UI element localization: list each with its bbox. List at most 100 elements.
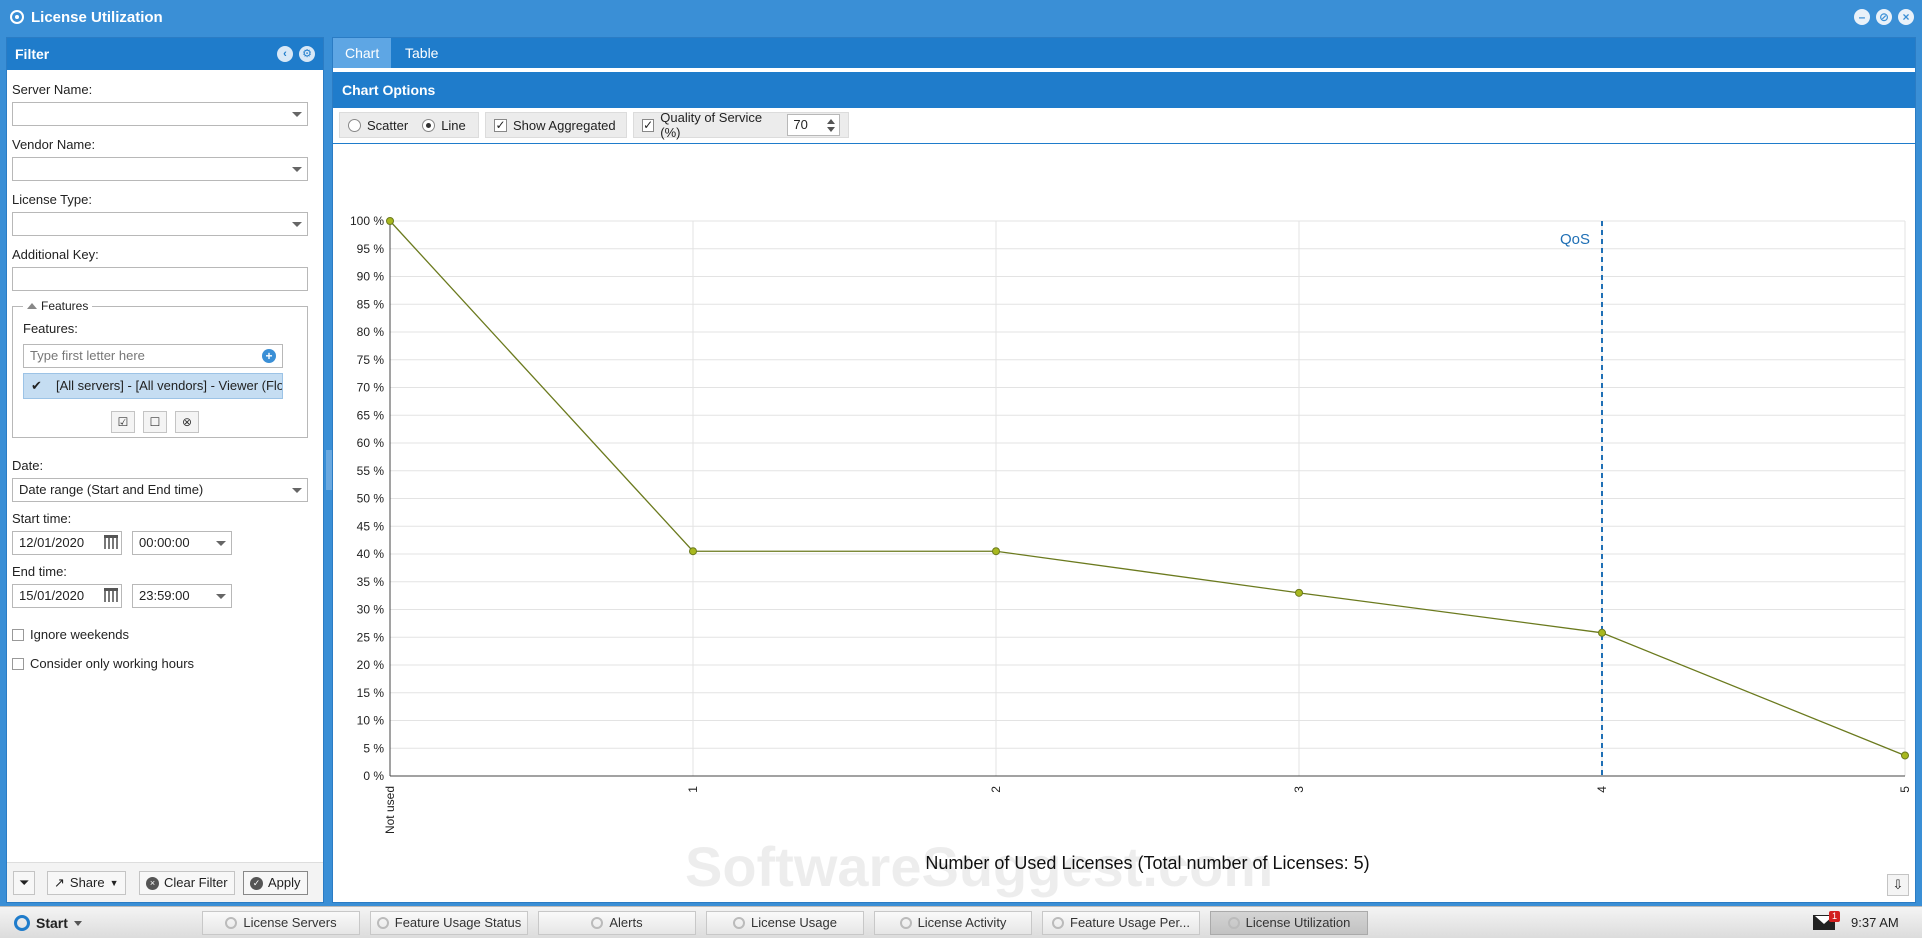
select-all-button[interactable]: ☑ bbox=[111, 411, 135, 433]
x-tick-label: Not used bbox=[383, 786, 397, 834]
taskbar-item-label: License Usage bbox=[751, 915, 837, 930]
watermark: SoftwareSuggest.com bbox=[685, 835, 1274, 898]
features-fieldset: Features Features: Type first letter her… bbox=[12, 299, 308, 438]
window-icon bbox=[376, 916, 389, 929]
start-date-input[interactable]: 12/01/2020 bbox=[12, 531, 122, 555]
share-button[interactable]: ↗ Share ▼ bbox=[47, 871, 126, 895]
working-hours-option[interactable]: Consider only working hours bbox=[12, 656, 194, 671]
taskbar-item[interactable]: License Utilization bbox=[1210, 911, 1368, 935]
check-icon[interactable]: ✔ bbox=[31, 379, 42, 392]
data-point bbox=[386, 217, 394, 225]
server-name-select[interactable] bbox=[12, 102, 308, 126]
apply-button[interactable]: ✓ Apply bbox=[243, 871, 308, 895]
features-legend[interactable]: Features bbox=[23, 299, 93, 313]
add-icon[interactable]: + bbox=[262, 349, 276, 363]
y-tick-label: 25 % bbox=[357, 630, 385, 644]
funnel-filter-button[interactable]: ⏷ bbox=[13, 871, 36, 895]
features-search-input[interactable]: Type first letter here + bbox=[23, 344, 283, 368]
tab-bar: Chart Table bbox=[333, 38, 1915, 68]
app-logo-icon bbox=[10, 10, 24, 24]
deselect-all-button[interactable]: ☐ bbox=[143, 411, 167, 433]
show-aggregated-checkbox[interactable]: ✓ bbox=[494, 118, 507, 132]
y-tick-label: 5 % bbox=[363, 741, 384, 755]
date-range-select[interactable]: Date range (Start and End time) bbox=[12, 478, 308, 502]
start-logo-icon bbox=[14, 915, 30, 931]
x-tick-label: 1 bbox=[686, 786, 700, 793]
download-icon[interactable]: ⇩ bbox=[1887, 874, 1909, 896]
line-radio[interactable] bbox=[422, 118, 436, 132]
close-icon[interactable]: × bbox=[1898, 9, 1914, 25]
end-time-label: End time: bbox=[12, 564, 67, 579]
calendar-icon[interactable] bbox=[104, 588, 118, 602]
y-tick-label: 55 % bbox=[357, 464, 385, 478]
gear-icon[interactable]: ⚙ bbox=[299, 46, 315, 62]
line-label[interactable]: Line bbox=[441, 118, 466, 133]
end-date-input[interactable]: 15/01/2020 bbox=[12, 584, 122, 608]
mail-badge: 1 bbox=[1829, 911, 1840, 922]
qos-value-stepper[interactable]: 70 bbox=[787, 114, 840, 136]
start-button[interactable]: Start bbox=[6, 911, 90, 935]
y-tick-label: 0 % bbox=[363, 769, 384, 783]
y-tick-label: 85 % bbox=[357, 297, 385, 311]
ignore-weekends-checkbox[interactable] bbox=[12, 628, 24, 641]
end-time-select[interactable]: 23:59:00 bbox=[132, 584, 232, 608]
y-tick-label: 65 % bbox=[357, 408, 385, 422]
window-icon bbox=[591, 916, 604, 929]
tab-table[interactable]: Table bbox=[393, 38, 450, 68]
server-name-label: Server Name: bbox=[12, 82, 93, 97]
chevron-down-icon bbox=[216, 541, 226, 546]
calendar-icon[interactable] bbox=[104, 535, 118, 549]
filter-panel: Filter ‹ ⚙ Server Name: Vendor Name: Lic… bbox=[6, 37, 324, 903]
chevron-down-icon bbox=[73, 920, 82, 926]
y-tick-label: 40 % bbox=[357, 547, 385, 561]
window-icon bbox=[225, 916, 238, 929]
taskbar-item-label: Feature Usage Per... bbox=[1070, 915, 1190, 930]
y-tick-label: 30 % bbox=[357, 603, 385, 617]
chart-options-header: Chart Options bbox=[333, 72, 1915, 108]
y-tick-label: 60 % bbox=[357, 436, 385, 450]
start-time-label: Start time: bbox=[12, 511, 72, 526]
taskbar: Start License Servers Feature Usage Statu… bbox=[0, 906, 1922, 938]
additional-key-input[interactable] bbox=[12, 267, 308, 291]
date-label: Date: bbox=[12, 458, 44, 473]
y-tick-label: 100 % bbox=[350, 214, 384, 228]
minimize-icon[interactable]: – bbox=[1854, 9, 1870, 25]
show-aggregated-option[interactable]: ✓ Show Aggregated bbox=[485, 112, 627, 138]
remove-button[interactable]: ⊗ bbox=[175, 411, 199, 433]
taskbar-item[interactable]: Feature Usage Per... bbox=[1042, 911, 1200, 935]
vendor-name-select[interactable] bbox=[12, 157, 308, 181]
chevron-down-icon bbox=[292, 222, 302, 227]
tab-chart[interactable]: Chart bbox=[333, 38, 392, 68]
taskbar-item[interactable]: Alerts bbox=[538, 911, 696, 935]
y-tick-label: 35 % bbox=[357, 575, 385, 589]
stepper-up-icon[interactable] bbox=[827, 119, 835, 124]
collapse-left-icon[interactable]: ‹ bbox=[277, 46, 293, 62]
window-titlebar: License Utilization – ⊘ × bbox=[0, 0, 1922, 34]
license-type-select[interactable] bbox=[12, 212, 308, 236]
y-tick-label: 10 % bbox=[357, 714, 385, 728]
y-tick-label: 45 % bbox=[357, 519, 385, 533]
qos-checkbox[interactable]: ✓ bbox=[642, 118, 655, 132]
clear-icon: × bbox=[146, 876, 159, 890]
clear-filter-button[interactable]: × Clear Filter bbox=[139, 871, 235, 895]
x-tick-label: 2 bbox=[989, 786, 1003, 793]
ignore-weekends-option[interactable]: Ignore weekends bbox=[12, 627, 129, 642]
y-tick-label: 80 % bbox=[357, 325, 385, 339]
start-time-select[interactable]: 00:00:00 bbox=[132, 531, 232, 555]
vendor-name-label: Vendor Name: bbox=[12, 137, 96, 152]
taskbar-item[interactable]: Feature Usage Status bbox=[370, 911, 528, 935]
taskbar-item[interactable]: License Usage bbox=[706, 911, 864, 935]
additional-key-label: Additional Key: bbox=[12, 247, 99, 262]
main-panel: Chart Table Chart Options Scatter Line ✓… bbox=[332, 37, 1916, 903]
scatter-label[interactable]: Scatter bbox=[367, 118, 408, 133]
scatter-radio[interactable] bbox=[348, 118, 361, 132]
working-hours-checkbox[interactable] bbox=[12, 657, 24, 670]
chevron-down-icon bbox=[292, 112, 302, 117]
window-title: License Utilization bbox=[31, 8, 163, 26]
taskbar-item[interactable]: License Activity bbox=[874, 911, 1032, 935]
taskbar-item[interactable]: License Servers bbox=[202, 911, 360, 935]
stepper-down-icon[interactable] bbox=[827, 127, 835, 132]
feature-list-item[interactable]: ✔ [All servers] - [All vendors] - Viewer… bbox=[23, 373, 283, 399]
restore-icon[interactable]: ⊘ bbox=[1876, 9, 1892, 25]
chevron-down-icon bbox=[292, 167, 302, 172]
